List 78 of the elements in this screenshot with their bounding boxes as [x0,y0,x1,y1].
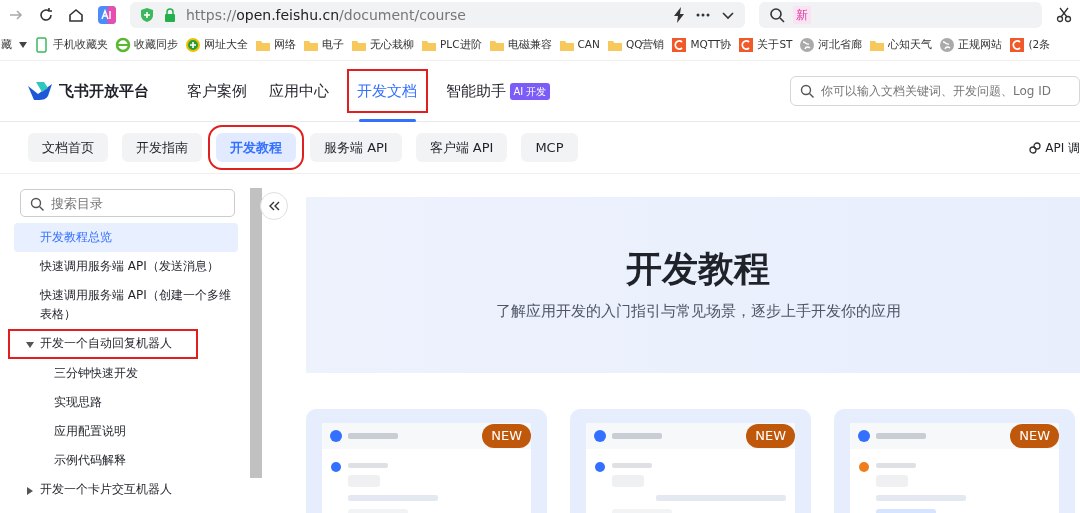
tree-item[interactable]: 实现思路 [14,388,238,417]
tree-item[interactable]: 快速调用服务端 API（创建一个多维表格） [14,281,238,329]
ai-badge: AI 开发 [509,82,551,100]
logo-icon[interactable] [28,82,52,100]
bookmark[interactable]: 关于ST [738,37,793,53]
hero-subtitle: 了解应用开发的入门指引与常见场景，逐步上手开发你的应用 [495,301,901,323]
ai-icon[interactable] [98,6,116,24]
tree-item[interactable]: 开发一个卡片交互机器人 [14,475,238,505]
link-icon [1029,141,1042,154]
bookmark[interactable]: (2条 [1009,37,1051,53]
letter-c-icon [1009,37,1026,53]
bookmark[interactable]: 网址大全 [185,37,248,53]
address-bar[interactable]: https://open.feishu.cn/document/course [130,2,746,28]
bookmark[interactable]: PLC进阶 [421,37,482,53]
new-badge: NEW [482,424,531,448]
nav-link[interactable]: 开发文档 [342,60,432,122]
doc-search-field[interactable]: 你可以输入文档关键词、开发问题、Log ID [790,76,1080,106]
plus-circle-icon [185,37,201,53]
letter-c-icon [738,37,755,53]
bookmark[interactable]: MQTT协 [671,37,732,53]
bookmark[interactable]: 正规网站 [939,37,1003,53]
search-icon [769,7,786,23]
shield-icon [140,7,154,23]
tree-item[interactable]: 开发一个自动回复机器人 [8,329,198,359]
new-badge: 新 [793,6,812,24]
bookmark[interactable]: 河北省廊 [799,37,863,53]
bookmark[interactable]: 心知天气 [869,37,933,53]
caret-down-icon [26,340,34,349]
tutorial-card[interactable]: NEW [570,409,811,513]
url-text: https://open.feishu.cn/document/course [186,5,466,25]
bookmark[interactable]: CAN [558,37,600,53]
tab[interactable]: 文档首页 [28,132,108,163]
hero-title: 开发教程 [626,247,770,291]
tutorial-card[interactable]: NEW [306,409,547,513]
browser-search-field[interactable]: 新 [759,2,1042,28]
letter-c-icon [671,37,688,53]
tree-item[interactable]: 应用配置说明 [14,417,238,446]
home-icon[interactable] [68,7,84,23]
globe-icon [939,37,956,53]
search-icon [800,84,814,98]
bookmark[interactable]: 手机收藏夹 [34,37,108,53]
bookmark[interactable]: 网络 [255,37,296,53]
bookmark[interactable]: 电磁兼容 [488,37,552,53]
tree-item[interactable]: 示例代码解释 [14,446,238,475]
bookmark[interactable]: 电子 [303,37,344,53]
search-icon [30,197,44,211]
tutorial-card[interactable]: NEW [834,409,1075,513]
nav-link[interactable]: 客户案例 [178,60,255,122]
bookmark[interactable]: 收藏同步 [115,37,178,53]
caret-right-icon [26,486,34,495]
sidebar-search-field[interactable]: 搜索目录 [20,189,235,217]
tab[interactable]: 客户端 API [415,132,508,163]
new-badge: NEW [746,424,795,448]
bookmark[interactable]: 藏 [1,37,12,53]
bookmark[interactable]: QQ营销 [606,37,665,53]
double-chevron-left-icon [268,201,280,211]
reload-icon[interactable] [38,7,54,23]
tree-item[interactable]: 三分钟快速开发 [14,359,238,388]
collapse-button[interactable] [260,192,288,220]
caret-down-icon[interactable] [19,42,27,48]
sync-icon [115,37,131,53]
tab[interactable]: 服务端 API [310,132,402,163]
bookmark[interactable]: 无心栽柳 [351,37,414,53]
brand-name[interactable]: 飞书开放平台 [58,79,149,103]
tab[interactable]: 开发指南 [122,132,202,163]
scrollbar[interactable] [250,188,262,478]
tree-item[interactable]: 快速调用服务端 API（发送消息） [14,252,238,281]
lock-icon [164,8,176,22]
lightning-icon[interactable] [673,7,686,23]
scissors-icon[interactable] [1056,7,1072,23]
nav-link[interactable]: 应用中心 [260,60,337,122]
phone-icon [34,37,50,53]
tree-item[interactable]: 开发教程总览 [14,223,238,252]
tab[interactable]: MCP [521,132,578,163]
nav-link[interactable]: 智能助手 AI 开发 [437,60,559,122]
new-badge: NEW [1010,424,1059,448]
globe-icon [799,37,816,53]
api-debug-link[interactable]: API 调 [1029,138,1080,157]
